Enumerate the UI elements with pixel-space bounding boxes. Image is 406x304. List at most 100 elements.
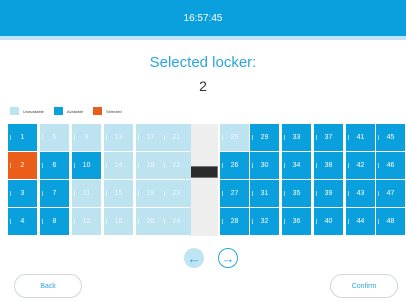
locker-35[interactable]: 35 bbox=[282, 180, 311, 207]
locker-number-label: 8 bbox=[52, 218, 57, 225]
locker-37[interactable]: 37 bbox=[314, 124, 343, 151]
locker-17: 17 bbox=[136, 124, 165, 151]
locker-handle-icon bbox=[284, 135, 285, 140]
next-page-button[interactable]: → bbox=[218, 248, 238, 268]
confirm-button[interactable]: Confirm bbox=[330, 274, 398, 298]
locker-6[interactable]: 6 bbox=[40, 152, 69, 179]
locker-39[interactable]: 39 bbox=[314, 180, 343, 207]
locker-number-label: 45 bbox=[386, 134, 395, 141]
locker-handle-icon bbox=[378, 191, 379, 196]
locker-handle-icon bbox=[284, 163, 285, 168]
locker-handle-icon bbox=[74, 219, 75, 224]
locker-handle-icon bbox=[138, 219, 139, 224]
locker-number-label: 5 bbox=[52, 134, 57, 141]
previous-page-button[interactable]: ← bbox=[184, 248, 204, 268]
locker-handle-icon bbox=[222, 191, 223, 196]
selected-locker-number: 2 bbox=[199, 78, 207, 94]
locker-38[interactable]: 38 bbox=[314, 152, 343, 179]
back-button[interactable]: Back bbox=[14, 274, 82, 298]
locker-handle-icon bbox=[10, 191, 11, 196]
locker-43[interactable]: 43 bbox=[346, 180, 375, 207]
locker-handle-icon bbox=[10, 163, 11, 168]
locker-handle-icon bbox=[10, 135, 11, 140]
locker-5: 5 bbox=[40, 124, 69, 151]
locker-handle-icon bbox=[252, 163, 253, 168]
locker-number-label: 44 bbox=[356, 218, 365, 225]
locker-handle-icon bbox=[164, 163, 165, 168]
locker-46[interactable]: 46 bbox=[376, 152, 405, 179]
locker-25: 25 bbox=[220, 124, 249, 151]
locker-30[interactable]: 30 bbox=[250, 152, 279, 179]
locker-9: 9 bbox=[72, 124, 101, 151]
locker-22: 22 bbox=[162, 152, 191, 179]
locker-number-label: 43 bbox=[356, 190, 365, 197]
locker-number-label: 20 bbox=[146, 218, 155, 225]
locker-2[interactable]: 2 bbox=[8, 152, 37, 179]
locker-number-label: 12 bbox=[82, 218, 91, 225]
locker-45[interactable]: 45 bbox=[376, 124, 405, 151]
locker-33[interactable]: 33 bbox=[282, 124, 311, 151]
locker-36[interactable]: 36 bbox=[282, 208, 311, 235]
locker-number-label: 2 bbox=[20, 162, 25, 169]
locker-number-label: 11 bbox=[82, 190, 91, 197]
legend-selected-label: Selected bbox=[106, 108, 122, 114]
locker-10[interactable]: 10 bbox=[72, 152, 101, 179]
locker-handle-icon bbox=[138, 135, 139, 140]
locker-8[interactable]: 8 bbox=[40, 208, 69, 235]
locker-number-label: 36 bbox=[292, 218, 301, 225]
locker-handle-icon bbox=[74, 191, 75, 196]
locker-number-label: 30 bbox=[260, 162, 269, 169]
locker-29[interactable]: 29 bbox=[250, 124, 279, 151]
locker-27[interactable]: 27 bbox=[220, 180, 249, 207]
locker-3[interactable]: 3 bbox=[8, 180, 37, 207]
locker-number-label: 38 bbox=[324, 162, 333, 169]
legend-available-label: Available bbox=[66, 108, 84, 114]
locker-number-label: 41 bbox=[356, 134, 365, 141]
locker-1[interactable]: 1 bbox=[8, 124, 37, 151]
locker-number-label: 22 bbox=[172, 162, 181, 169]
locker-48[interactable]: 48 bbox=[376, 208, 405, 235]
locker-number-label: 33 bbox=[292, 134, 301, 141]
locker-handle-icon bbox=[316, 191, 317, 196]
locker-number-label: 23 bbox=[172, 190, 181, 197]
locker-handle-icon bbox=[348, 135, 349, 140]
locker-number-label: 39 bbox=[324, 190, 333, 197]
locker-26[interactable]: 26 bbox=[220, 152, 249, 179]
locker-number-label: 28 bbox=[230, 218, 239, 225]
locker-4[interactable]: 4 bbox=[8, 208, 37, 235]
locker-41[interactable]: 41 bbox=[346, 124, 375, 151]
arrow-right-icon: → bbox=[221, 250, 235, 266]
terminal-screen bbox=[190, 166, 218, 178]
locker-7[interactable]: 7 bbox=[40, 180, 69, 207]
locker-handle-icon bbox=[348, 191, 349, 196]
locker-18: 18 bbox=[136, 152, 165, 179]
locker-number-label: 18 bbox=[146, 162, 155, 169]
locker-24: 24 bbox=[162, 208, 191, 235]
locker-number-label: 26 bbox=[230, 162, 239, 169]
locker-handle-icon bbox=[164, 219, 165, 224]
locker-40[interactable]: 40 bbox=[314, 208, 343, 235]
locker-19: 19 bbox=[136, 180, 165, 207]
locker-23: 23 bbox=[162, 180, 191, 207]
locker-number-label: 9 bbox=[84, 134, 89, 141]
legend-unavailable-label: Unavailable bbox=[23, 108, 44, 114]
locker-47[interactable]: 47 bbox=[376, 180, 405, 207]
locker-34[interactable]: 34 bbox=[282, 152, 311, 179]
locker-number-label: 24 bbox=[172, 218, 181, 225]
locker-handle-icon bbox=[42, 163, 43, 168]
locker-28[interactable]: 28 bbox=[220, 208, 249, 235]
locker-31[interactable]: 31 bbox=[250, 180, 279, 207]
locker-handle-icon bbox=[138, 191, 139, 196]
selected-locker-title: Selected locker: bbox=[149, 54, 257, 71]
terminal-column bbox=[188, 124, 218, 236]
header-underline bbox=[0, 36, 406, 40]
locker-handle-icon bbox=[348, 163, 349, 168]
locker-handle-icon bbox=[106, 163, 107, 168]
locker-handle-icon bbox=[42, 135, 43, 140]
locker-number-label: 17 bbox=[146, 134, 155, 141]
locker-32[interactable]: 32 bbox=[250, 208, 279, 235]
locker-handle-icon bbox=[138, 163, 139, 168]
locker-44[interactable]: 44 bbox=[346, 208, 375, 235]
locker-handle-icon bbox=[74, 163, 75, 168]
locker-42[interactable]: 42 bbox=[346, 152, 375, 179]
